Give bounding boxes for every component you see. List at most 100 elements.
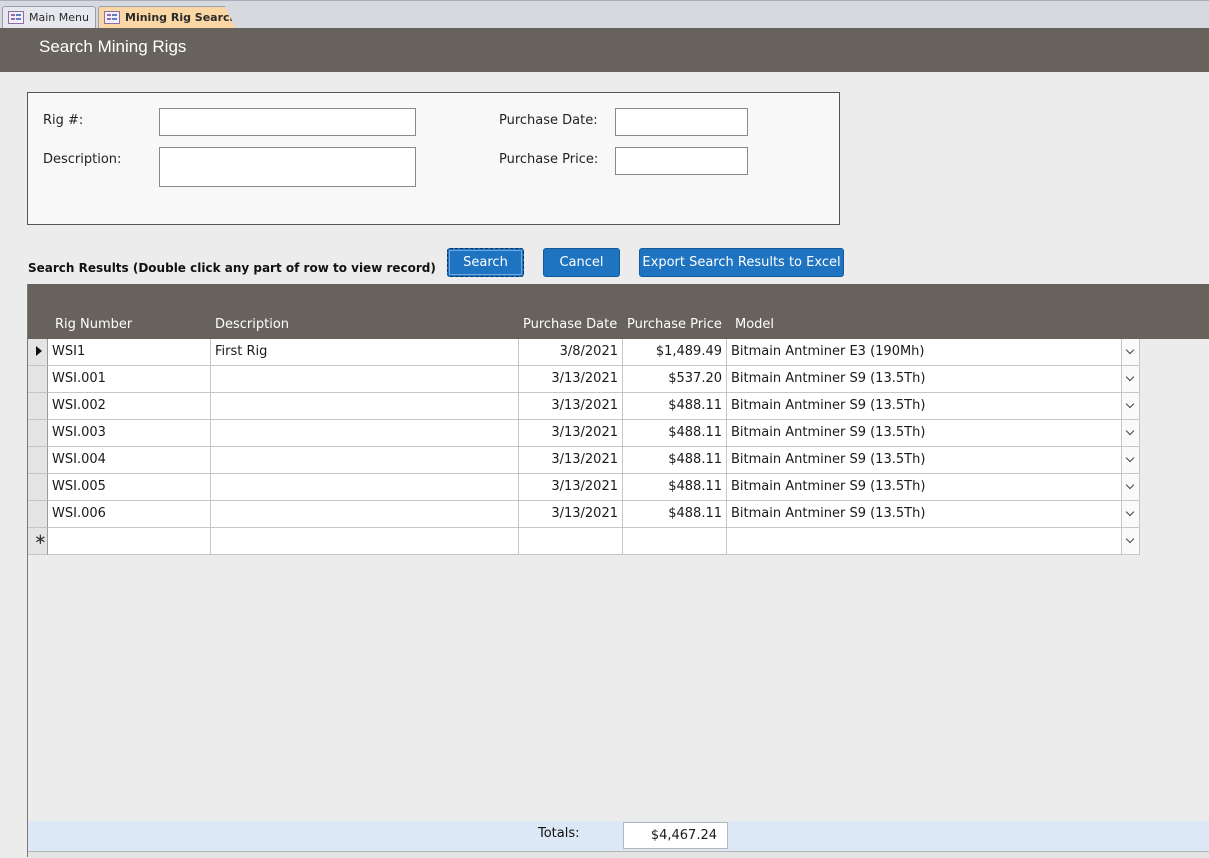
- purchase-date-cell[interactable]: 3/13/2021: [519, 420, 623, 447]
- rig-number-cell[interactable]: WSI.004: [48, 447, 211, 474]
- record-selector[interactable]: [28, 366, 48, 393]
- model-value: Bitmain Antminer S9 (13.5Th): [731, 398, 926, 413]
- purchase-price-cell[interactable]: $488.11: [623, 501, 727, 528]
- chevron-down-icon[interactable]: [1121, 420, 1139, 446]
- rig-number-cell[interactable]: WSI1: [48, 339, 211, 366]
- purchase-price-cell[interactable]: $488.11: [623, 420, 727, 447]
- new-record-icon: ∗: [34, 530, 47, 548]
- column-header-description[interactable]: Description: [215, 317, 289, 332]
- datasheet-header: Rig Number Description Purchase Date Pur…: [28, 284, 1209, 339]
- record-selector[interactable]: [28, 420, 48, 447]
- description-cell[interactable]: [211, 501, 519, 528]
- purchase-date-cell[interactable]: 3/8/2021: [519, 339, 623, 366]
- record-selector[interactable]: [28, 474, 48, 501]
- purchase-date-cell[interactable]: 3/13/2021: [519, 366, 623, 393]
- column-header-rig-number[interactable]: Rig Number: [55, 317, 132, 332]
- table-row[interactable]: WSI.002 3/13/2021 $488.11 Bitmain Antmin…: [28, 393, 1140, 420]
- record-selector[interactable]: ∗: [28, 528, 48, 555]
- rig-number-cell[interactable]: WSI.003: [48, 420, 211, 447]
- model-cell[interactable]: Bitmain Antminer E3 (190Mh): [727, 339, 1140, 366]
- chevron-down-icon[interactable]: [1121, 447, 1139, 473]
- tab-main-menu[interactable]: Main Menu: [2, 6, 96, 29]
- purchase-price-cell[interactable]: $488.11: [623, 447, 727, 474]
- purchase-date-input[interactable]: [615, 108, 748, 136]
- table-row[interactable]: WSI.001 3/13/2021 $537.20 Bitmain Antmin…: [28, 366, 1140, 393]
- chevron-down-icon[interactable]: [1121, 501, 1139, 527]
- description-cell[interactable]: [211, 528, 519, 555]
- description-cell[interactable]: First Rig: [211, 339, 519, 366]
- rig-number-input[interactable]: [159, 108, 416, 136]
- description-input[interactable]: [159, 147, 416, 187]
- record-selector[interactable]: [28, 339, 48, 366]
- record-selector[interactable]: [28, 393, 48, 420]
- table-row[interactable]: WSI.005 3/13/2021 $488.11 Bitmain Antmin…: [28, 474, 1140, 501]
- purchase-date-cell[interactable]: 3/13/2021: [519, 501, 623, 528]
- tab-label: Mining Rig Search: [125, 11, 238, 24]
- chevron-down-icon[interactable]: [1121, 528, 1139, 554]
- model-value: Bitmain Antminer S9 (13.5Th): [731, 506, 926, 521]
- table-row[interactable]: WSI.004 3/13/2021 $488.11 Bitmain Antmin…: [28, 447, 1140, 474]
- rig-number-cell[interactable]: [48, 528, 211, 555]
- purchase-date-cell[interactable]: 3/13/2021: [519, 474, 623, 501]
- chevron-down-icon[interactable]: [1121, 339, 1139, 365]
- rig-number-cell[interactable]: WSI.001: [48, 366, 211, 393]
- record-selector[interactable]: [28, 501, 48, 528]
- cancel-button[interactable]: Cancel: [543, 248, 620, 277]
- purchase-price-cell[interactable]: [623, 528, 727, 555]
- purchase-price-cell[interactable]: $488.11: [623, 393, 727, 420]
- column-header-purchase-date[interactable]: Purchase Date: [523, 317, 617, 332]
- description-cell[interactable]: [211, 420, 519, 447]
- model-cell[interactable]: Bitmain Antminer S9 (13.5Th): [727, 501, 1140, 528]
- record-selector[interactable]: [28, 447, 48, 474]
- rig-number-label: Rig #:: [43, 113, 84, 128]
- export-to-excel-button[interactable]: Export Search Results to Excel: [639, 248, 844, 277]
- model-cell[interactable]: Bitmain Antminer S9 (13.5Th): [727, 447, 1140, 474]
- chevron-down-icon[interactable]: [1121, 366, 1139, 392]
- description-cell[interactable]: [211, 474, 519, 501]
- purchase-date-cell[interactable]: [519, 528, 623, 555]
- search-button[interactable]: Search: [447, 248, 524, 277]
- description-cell[interactable]: [211, 366, 519, 393]
- search-criteria-panel: Rig #: Description: Purchase Date: Purch…: [27, 92, 840, 225]
- description-cell[interactable]: [211, 447, 519, 474]
- rig-number-cell[interactable]: WSI.005: [48, 474, 211, 501]
- model-cell[interactable]: Bitmain Antminer S9 (13.5Th): [727, 474, 1140, 501]
- description-label: Description:: [43, 152, 122, 167]
- document-tab-strip: Main Menu Mining Rig Search: [0, 0, 1209, 29]
- purchase-price-cell[interactable]: $488.11: [623, 474, 727, 501]
- tab-label: Main Menu: [29, 11, 89, 24]
- form-icon: [104, 11, 120, 24]
- page-title: Search Mining Rigs: [39, 37, 187, 56]
- model-cell[interactable]: Bitmain Antminer S9 (13.5Th): [727, 393, 1140, 420]
- column-header-purchase-price[interactable]: Purchase Price: [627, 317, 722, 332]
- column-header-model[interactable]: Model: [735, 317, 774, 332]
- purchase-date-label: Purchase Date:: [499, 113, 598, 128]
- form-icon: [8, 11, 24, 24]
- new-record-row[interactable]: ∗: [28, 528, 1140, 555]
- description-cell[interactable]: [211, 393, 519, 420]
- model-cell[interactable]: [727, 528, 1140, 555]
- search-results-caption: Search Results (Double click any part of…: [28, 261, 436, 275]
- purchase-price-input[interactable]: [615, 147, 748, 175]
- chevron-down-icon[interactable]: [1121, 393, 1139, 419]
- purchase-price-cell[interactable]: $1,489.49: [623, 339, 727, 366]
- form-header: Search Mining Rigs: [0, 28, 1209, 72]
- table-row[interactable]: WSI1 First Rig 3/8/2021 $1,489.49 Bitmai…: [28, 339, 1140, 366]
- purchase-price-cell[interactable]: $537.20: [623, 366, 727, 393]
- tab-mining-rig-search[interactable]: Mining Rig Search: [98, 6, 236, 29]
- model-cell[interactable]: Bitmain Antminer S9 (13.5Th): [727, 420, 1140, 447]
- purchase-date-cell[interactable]: 3/13/2021: [519, 393, 623, 420]
- model-value: Bitmain Antminer S9 (13.5Th): [731, 479, 926, 494]
- model-value: Bitmain Antminer S9 (13.5Th): [731, 425, 926, 440]
- chevron-down-icon[interactable]: [1121, 474, 1139, 500]
- record-pointer-icon: [36, 346, 42, 356]
- rig-number-cell[interactable]: WSI.002: [48, 393, 211, 420]
- model-value: Bitmain Antminer S9 (13.5Th): [731, 371, 926, 386]
- model-value: Bitmain Antminer E3 (190Mh): [731, 344, 925, 359]
- rig-number-cell[interactable]: WSI.006: [48, 501, 211, 528]
- purchase-price-label: Purchase Price:: [499, 152, 599, 167]
- model-cell[interactable]: Bitmain Antminer S9 (13.5Th): [727, 366, 1140, 393]
- purchase-date-cell[interactable]: 3/13/2021: [519, 447, 623, 474]
- table-row[interactable]: WSI.003 3/13/2021 $488.11 Bitmain Antmin…: [28, 420, 1140, 447]
- table-row[interactable]: WSI.006 3/13/2021 $488.11 Bitmain Antmin…: [28, 501, 1140, 528]
